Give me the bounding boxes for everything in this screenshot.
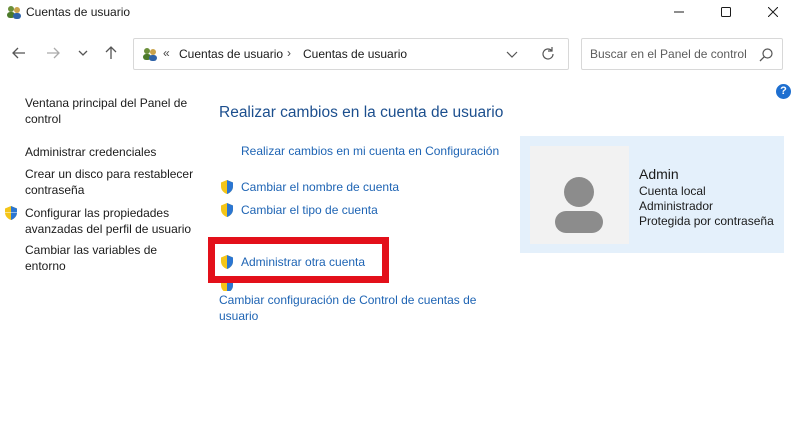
account-role: Administrador xyxy=(639,199,714,213)
close-button[interactable] xyxy=(750,0,792,24)
address-dropdown-button[interactable] xyxy=(504,46,520,62)
refresh-icon xyxy=(542,47,554,60)
arrow-right-icon xyxy=(47,47,60,59)
title-bar: Cuentas de usuario xyxy=(0,0,792,24)
close-icon xyxy=(768,7,778,17)
link-change-account-name[interactable]: Cambiar el nombre de cuenta xyxy=(241,180,399,196)
user-accounts-icon xyxy=(142,46,158,62)
breadcrumb-item[interactable]: Cuentas de usuario xyxy=(179,47,283,61)
left-nav-advanced-profile-properties[interactable]: Configurar las propiedades avanzadas del… xyxy=(25,206,205,237)
refresh-button[interactable] xyxy=(540,46,556,62)
link-change-account-type[interactable]: Cambiar el tipo de cuenta xyxy=(241,203,378,219)
shield-icon xyxy=(219,179,235,195)
recent-locations-button[interactable] xyxy=(70,40,96,66)
help-icon[interactable]: ? xyxy=(776,84,791,99)
shield-icon xyxy=(3,205,19,221)
shield-icon xyxy=(219,254,235,270)
link-change-uac-settings[interactable]: Cambiar configuración de Control de cuen… xyxy=(219,293,489,324)
user-silhouette-icon xyxy=(555,177,603,233)
chevron-down-icon xyxy=(78,50,88,56)
arrow-up-icon xyxy=(105,46,117,59)
back-button[interactable] xyxy=(6,40,32,66)
search-input[interactable] xyxy=(590,47,750,61)
left-nav-environment-variables[interactable]: Cambiar las variables de entorno xyxy=(25,243,165,274)
shield-icon xyxy=(219,202,235,218)
chevron-down-icon xyxy=(506,51,518,58)
left-nav-control-panel-home[interactable]: Ventana principal del Panel de control xyxy=(25,96,205,127)
left-nav-manage-credentials[interactable]: Administrar credenciales xyxy=(25,145,205,161)
search-icon[interactable] xyxy=(758,47,774,63)
minimize-button[interactable] xyxy=(656,0,702,24)
maximize-button[interactable] xyxy=(703,0,749,24)
address-bar[interactable]: « Cuentas de usuario › Cuentas de usuari… xyxy=(133,38,569,70)
page-title: Realizar cambios en la cuenta de usuario xyxy=(219,104,504,121)
window-title: Cuentas de usuario xyxy=(26,5,131,19)
account-name: Admin xyxy=(639,166,679,182)
account-password-status: Protegida por contraseña xyxy=(639,214,774,228)
maximize-icon xyxy=(721,7,731,17)
minimize-icon xyxy=(674,11,684,13)
search-box[interactable] xyxy=(581,38,783,70)
breadcrumb-separator-icon[interactable]: › xyxy=(287,46,291,60)
link-manage-another-account[interactable]: Administrar otra cuenta xyxy=(241,255,365,271)
breadcrumb-item[interactable]: Cuentas de usuario xyxy=(303,47,407,61)
breadcrumb-overflow-icon[interactable]: « xyxy=(163,46,170,60)
shield-icon xyxy=(219,283,235,291)
up-button[interactable] xyxy=(98,40,124,66)
link-change-account-in-settings[interactable]: Realizar cambios en mi cuenta en Configu… xyxy=(241,144,499,160)
left-nav-create-reset-disk[interactable]: Crear un disco para restablecer contrase… xyxy=(25,167,205,198)
account-card: Admin Cuenta local Administrador Protegi… xyxy=(520,136,784,253)
avatar xyxy=(530,146,629,244)
arrow-left-icon xyxy=(12,47,25,59)
forward-button[interactable] xyxy=(40,40,66,66)
user-accounts-icon xyxy=(6,4,22,20)
account-type: Cuenta local xyxy=(639,184,706,198)
